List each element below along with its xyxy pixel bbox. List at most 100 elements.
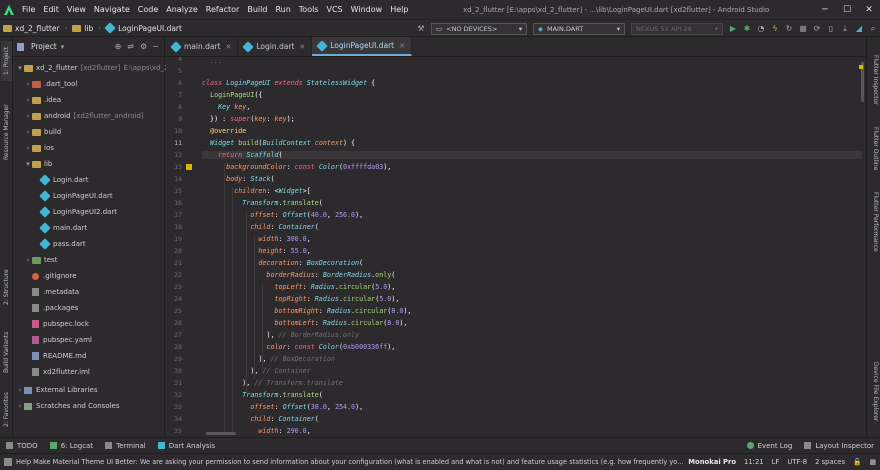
hot-reload-icon[interactable]: ϟ [768, 22, 782, 36]
avd-selector[interactable]: NEXUS 5X API 29 ▾ [631, 22, 723, 35]
menu-help[interactable]: Help [386, 5, 412, 14]
code-editor[interactable]: 4 5 6 7 8 9 10 11 12 13 14 15 16 17 18 19 20 21 22 23 24 25 26… [166, 57, 866, 437]
close-icon[interactable]: ✕ [858, 5, 880, 15]
breadcrumb-file[interactable]: LoginPageUI.dart [103, 22, 185, 34]
stop-icon[interactable]: ■ [796, 22, 810, 36]
close-tab-icon[interactable]: ✕ [399, 42, 405, 50]
close-tab-icon[interactable]: ✕ [299, 43, 305, 51]
tab-main-dart[interactable]: main.dart ✕ [166, 37, 239, 56]
tab-structure[interactable]: 2: Structure [1, 262, 12, 312]
run-config-selector[interactable]: ◆ MAIN.DART ▾ [533, 22, 625, 35]
menu-tools[interactable]: Tools [295, 5, 323, 14]
menu-file[interactable]: File [18, 5, 39, 14]
debug-icon[interactable]: ✱ [740, 22, 754, 36]
menu-vcs[interactable]: VCS [323, 5, 347, 14]
profile-icon[interactable]: ◔ [754, 22, 768, 36]
tree-item-loginpageui2-dart[interactable]: LoginPageUI2.dart [39, 204, 117, 220]
tree-item-gitignore[interactable]: .gitignore [32, 268, 77, 284]
chevron-down-icon[interactable]: ▾ [61, 43, 65, 51]
memory-icon[interactable]: ▦ [866, 458, 880, 466]
tool-layout-inspector[interactable]: Layout Inspector [798, 442, 880, 450]
tree-item-packages[interactable]: .packages [32, 300, 78, 316]
indent-setting[interactable]: 2 spaces [811, 458, 849, 466]
tree-item-pass-dart[interactable]: pass.dart [39, 236, 86, 252]
file-encoding[interactable]: UTF-8 [783, 458, 811, 466]
caret-position[interactable]: 11:21 [740, 458, 768, 466]
tab-build-variants[interactable]: Build Variants [1, 322, 12, 382]
tree-item-readme[interactable]: README.md [32, 348, 86, 364]
tab-device-file-explorer[interactable]: Device File Explorer [868, 362, 879, 421]
menu-view[interactable]: View [63, 5, 90, 14]
minimize-icon[interactable]: ─ [814, 5, 836, 15]
color-swatch-icon[interactable] [186, 164, 192, 170]
tree-item-pubspec-lock[interactable]: pubspec.lock [32, 316, 89, 332]
tab-flutter-inspector[interactable]: Flutter Inspector [868, 55, 879, 105]
status-message[interactable]: Help Make Material Theme UI Better: We a… [12, 458, 684, 466]
tab-resource-manager[interactable]: Resource Manager [1, 97, 12, 167]
tab-login-dart[interactable]: Login.dart ✕ [238, 37, 313, 56]
maximize-icon[interactable]: ☐ [836, 5, 858, 15]
menu-edit[interactable]: Edit [39, 5, 63, 14]
device-selector[interactable]: ▭ <NO DEVICES> ▾ [431, 22, 527, 35]
breadcrumb-lib[interactable]: lib [69, 24, 96, 33]
menu-window[interactable]: Window [347, 5, 387, 14]
code-area[interactable]: ... class LoginPageUI extends StatelessW… [200, 57, 862, 437]
tree-item-external-libraries[interactable]: › External Libraries [16, 382, 98, 398]
breadcrumb-project[interactable]: xd_2_flutter [0, 24, 63, 33]
tree-item-scratches[interactable]: › Scratches and Consoles [16, 398, 120, 414]
tab-flutter-performance[interactable]: Flutter Performance [868, 192, 879, 252]
tool-todo[interactable]: TODO [0, 442, 44, 450]
tree-item-test[interactable]: › test [24, 252, 58, 268]
tree-item-dart-tool[interactable]: › .dart_tool [24, 76, 78, 92]
tab-project[interactable]: 1: Project [1, 41, 12, 81]
tree-item-pubspec-yaml[interactable]: pubspec.yaml [32, 332, 92, 348]
project-view-selector[interactable]: Project [31, 42, 57, 51]
sdk-manager-icon[interactable]: ⤓ [838, 22, 852, 36]
menu-code[interactable]: Code [134, 5, 162, 14]
menu-analyze[interactable]: Analyze [162, 5, 202, 14]
tool-event-log[interactable]: Event Log [741, 442, 799, 450]
folder-icon [32, 256, 41, 264]
hammer-icon[interactable]: ⚒ [414, 22, 428, 36]
lock-icon[interactable]: 🔓 [849, 458, 865, 466]
menu-refactor[interactable]: Refactor [202, 5, 244, 14]
gear-icon[interactable]: ⚙ [140, 42, 147, 51]
hide-icon[interactable]: ─ [153, 42, 158, 51]
tree-item-ios[interactable]: › ios [24, 140, 54, 156]
tree-item-lib[interactable]: ▾ lib [24, 156, 52, 172]
line-number: 27 [174, 331, 182, 339]
tool-logcat[interactable]: 6: Logcat [44, 442, 99, 450]
flutter-icon[interactable]: ◢ [852, 22, 866, 36]
collapse-icon[interactable]: ⇌ [127, 42, 134, 51]
search-icon[interactable]: ⌕ [866, 22, 880, 36]
tab-flutter-outline[interactable]: Flutter Outline [868, 127, 879, 170]
run-icon[interactable]: ▶ [726, 22, 740, 36]
locate-icon[interactable]: ⊕ [115, 42, 122, 51]
warning-indicator-icon[interactable] [859, 65, 863, 69]
tab-loginpageui-dart[interactable]: LoginPageUI.dart ✕ [312, 37, 412, 56]
horizontal-scrollbar[interactable] [206, 432, 236, 435]
menu-run[interactable]: Run [271, 5, 294, 14]
tree-item-build[interactable]: › build [24, 124, 62, 140]
tree-item-android[interactable]: › android [xd2flutter_android] [24, 108, 144, 124]
tool-terminal[interactable]: Terminal [99, 442, 152, 450]
tree-item-metadata[interactable]: .metadata [32, 284, 79, 300]
avd-manager-icon[interactable]: ▯ [824, 22, 838, 36]
line-separator[interactable]: LF [768, 458, 784, 466]
tool-dart-analysis[interactable]: Dart Analysis [152, 442, 221, 450]
theme-indicator[interactable]: Monokai Pro [684, 458, 740, 466]
tree-item-iml[interactable]: xd2flutter.iml [32, 364, 90, 380]
close-tab-icon[interactable]: ✕ [226, 43, 232, 51]
folder-icon [32, 80, 41, 88]
tree-item-idea[interactable]: › .idea [24, 92, 62, 108]
tree-item-login-dart[interactable]: Login.dart [39, 172, 88, 188]
tab-favorites[interactable]: 2: Favorites [1, 387, 12, 432]
menu-build[interactable]: Build [243, 5, 271, 14]
tree-item-main-dart[interactable]: main.dart [39, 220, 87, 236]
status-icon[interactable] [4, 458, 12, 466]
tree-item-loginpageui-dart[interactable]: LoginPageUI.dart [39, 188, 113, 204]
sync-icon[interactable]: ⟳ [810, 22, 824, 36]
line-number: 13 [174, 163, 182, 171]
hot-restart-icon[interactable]: ↻ [782, 22, 796, 36]
menu-navigate[interactable]: Navigate [90, 5, 134, 14]
